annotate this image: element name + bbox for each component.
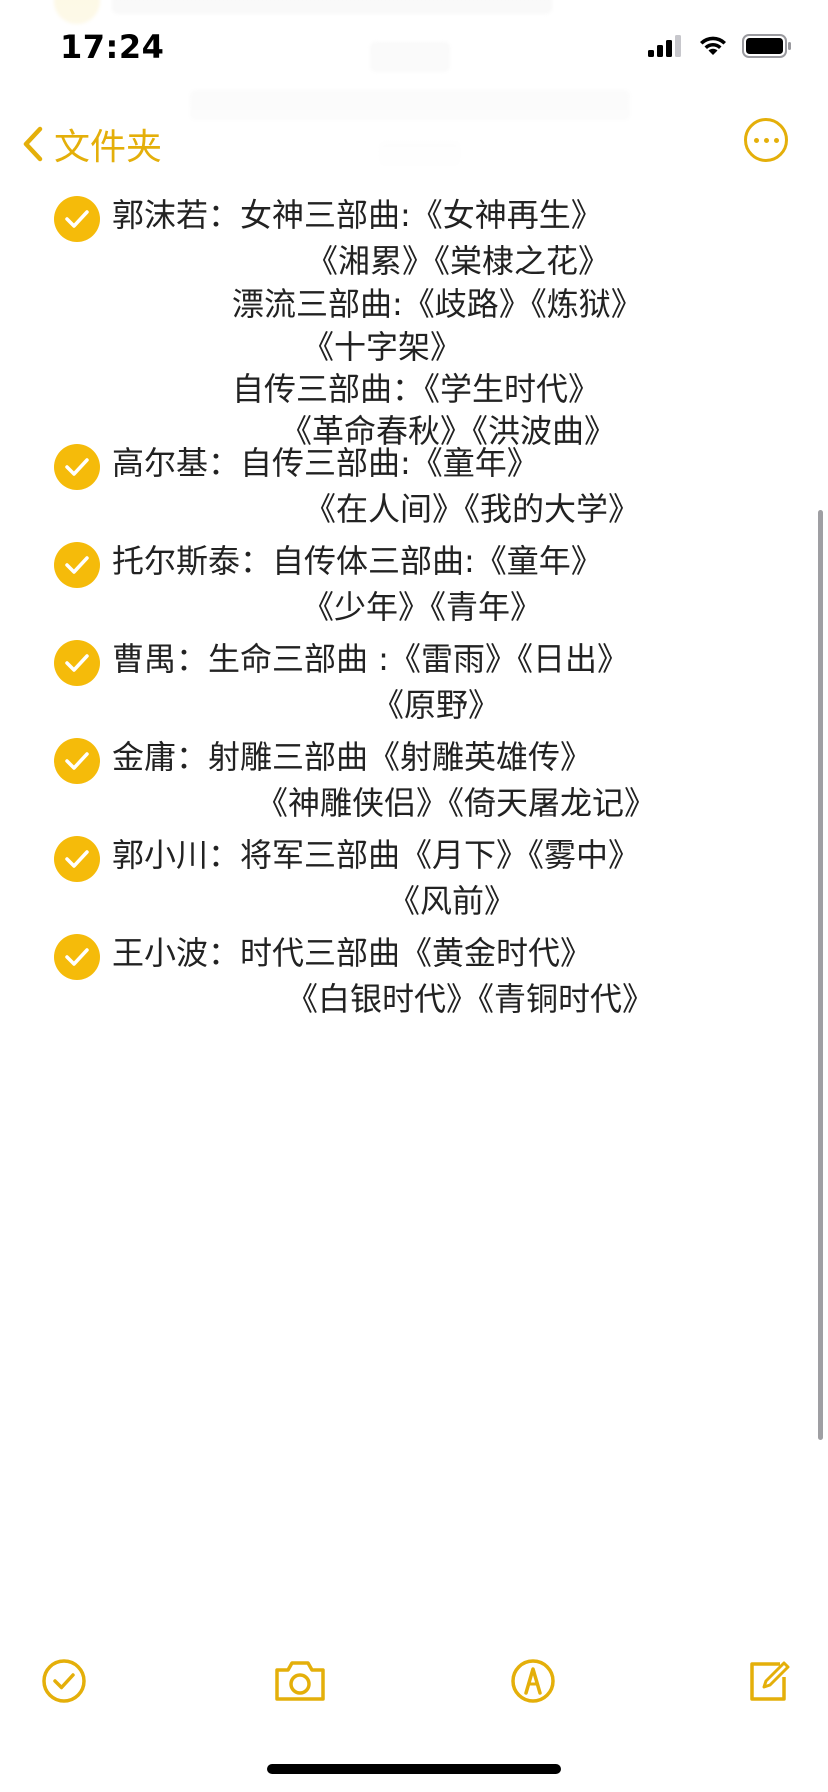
- checklist-item: 郭小川：将军三部曲《月下》《雾中》 《风前》: [0, 830, 828, 920]
- more-dot: [763, 137, 769, 143]
- checklist-item: 曹禺：生命三部曲 :《雷雨》《日出》 《原野》: [0, 634, 828, 724]
- status-time: 17:24: [60, 28, 165, 66]
- checklist-item: 金庸：射雕三部曲《射雕英雄传》 《神雕侠侣》《倚天屠龙记》: [0, 732, 828, 822]
- more-dot: [773, 137, 779, 143]
- ghost-check-icon: [54, 0, 100, 24]
- more-options-button[interactable]: [744, 118, 788, 162]
- chevron-left-icon: [23, 126, 43, 162]
- back-label: 文件夹: [54, 127, 163, 168]
- item-text[interactable]: 《在人间》《我的大学》: [304, 484, 640, 534]
- checkmark-icon[interactable]: [54, 738, 100, 784]
- ghost-text: [112, 0, 552, 14]
- item-text[interactable]: 《少年》《青年》: [302, 582, 542, 632]
- compose-icon: [750, 1661, 790, 1701]
- ghost-text: [370, 42, 450, 72]
- item-text[interactable]: 托尔斯泰：自传体三部曲:《童年》: [112, 536, 603, 586]
- wifi-icon: [700, 36, 726, 55]
- checklist-item: 高尔基：自传三部曲:《童年》 《在人间》《我的大学》: [0, 438, 828, 528]
- checklist-button[interactable]: [36, 1653, 92, 1709]
- status-icons: [648, 34, 792, 58]
- vertical-scrollbar[interactable]: [818, 510, 823, 1440]
- item-text[interactable]: 《白银时代》《青铜时代》: [286, 974, 654, 1024]
- item-text[interactable]: 金庸：射雕三部曲《射雕英雄传》: [112, 732, 592, 782]
- more-dot: [753, 137, 759, 143]
- item-text[interactable]: 高尔基：自传三部曲:《童年》: [112, 438, 539, 488]
- checkmark-icon[interactable]: [54, 196, 100, 242]
- compose-button[interactable]: [740, 1653, 796, 1709]
- cellular-signal-icon: [648, 35, 681, 57]
- checklist-item: 托尔斯泰：自传体三部曲:《童年》 《少年》《青年》: [0, 536, 828, 626]
- home-indicator[interactable]: [267, 1764, 561, 1774]
- item-text[interactable]: 王小波：时代三部曲《黄金时代》: [112, 928, 592, 978]
- checkmark-icon[interactable]: [54, 542, 100, 588]
- item-text[interactable]: 《风前》: [388, 876, 516, 926]
- battery-icon: [742, 34, 791, 58]
- item-text[interactable]: 郭小川：将军三部曲《月下》《雾中》: [112, 830, 640, 880]
- item-text[interactable]: 曹禺：生命三部曲 :《雷雨》《日出》: [112, 634, 629, 684]
- checklist-item: 郭沫若：女神三部曲:《女神再生》 《湘累》《棠棣之花》 漂流三部曲:《歧路》《炼…: [0, 190, 828, 450]
- back-button[interactable]: 文件夹: [22, 118, 162, 170]
- camera-icon: [275, 1661, 325, 1701]
- ghost-text: [190, 90, 630, 120]
- markup-button[interactable]: [505, 1653, 561, 1709]
- item-text[interactable]: 《原野》: [372, 680, 500, 730]
- item-text[interactable]: 郭沫若：女神三部曲:《女神再生》: [112, 190, 603, 240]
- ghost-text: [380, 142, 460, 166]
- checklist-item: 王小波：时代三部曲《黄金时代》 《白银时代》《青铜时代》: [0, 928, 828, 1018]
- notes-screen: 17:24 文件夹 郭沫若：女神三部曲:《女神再生》 《湘累》《棠棣之花》 漂流…: [0, 0, 828, 1792]
- checkmark-icon[interactable]: [54, 836, 100, 882]
- checklist: 郭沫若：女神三部曲:《女神再生》 《湘累》《棠棣之花》 漂流三部曲:《歧路》《炼…: [0, 190, 828, 1018]
- checklist-icon: [42, 1659, 86, 1703]
- checkmark-icon[interactable]: [54, 934, 100, 980]
- checkmark-icon[interactable]: [54, 640, 100, 686]
- markup-icon: [511, 1659, 555, 1703]
- item-text[interactable]: 《神雕侠侣》《倚天屠龙记》: [256, 778, 656, 828]
- camera-button[interactable]: [270, 1653, 330, 1709]
- checkmark-icon[interactable]: [54, 444, 100, 490]
